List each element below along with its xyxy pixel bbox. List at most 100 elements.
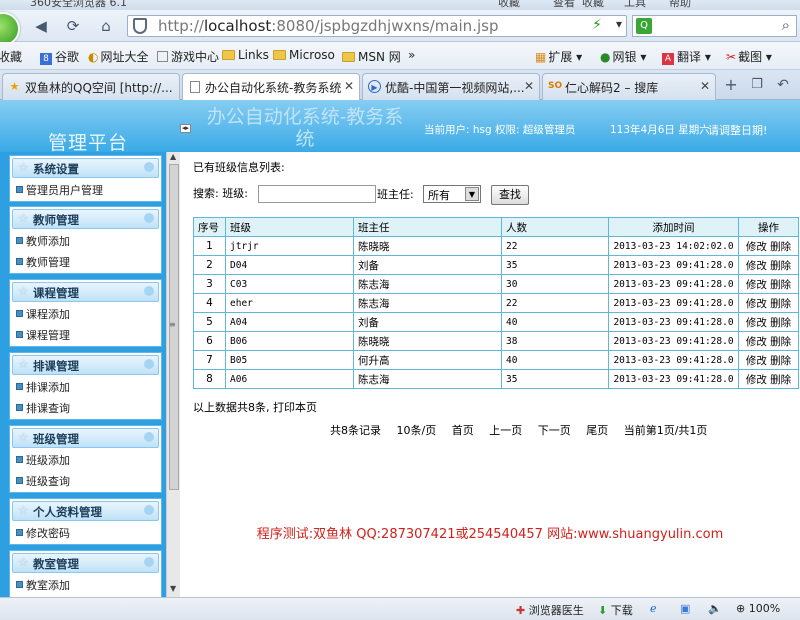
edit-link[interactable]: 修改	[746, 374, 767, 386]
class-name: jtrjr	[225, 236, 354, 256]
tab-soku[interactable]: SO 仁心解码2 – 搜库 ✕	[542, 73, 716, 100]
sidebar-item-schedule-add[interactable]: 排课添加	[10, 377, 161, 398]
menu-item[interactable]: 查看	[553, 0, 575, 10]
window-icon[interactable]: ▣	[680, 602, 690, 615]
bookmark-item[interactable]: 8 谷歌	[40, 48, 79, 65]
translate-button[interactable]: A 翻译 ▾	[662, 48, 711, 65]
next-page-link[interactable]: 下一页	[538, 424, 571, 437]
sidebar-item-admin-users[interactable]: 管理员用户管理	[10, 180, 161, 201]
edit-link[interactable]: 修改	[746, 336, 767, 348]
table-row: 3 C03 陈志海 30 2013-03-23 09:41:28.0 修改 删除	[193, 274, 799, 294]
sidebar-group-header[interactable]: ☆ 班级管理	[12, 428, 159, 448]
online-banking-button[interactable]: ● 网银 ▾	[600, 48, 646, 65]
sidebar-item-schedule-query[interactable]: 排课查询	[10, 398, 161, 419]
menu-item[interactable]: 帮助	[669, 0, 691, 10]
edit-link[interactable]: 修改	[746, 279, 767, 291]
screenshot-button[interactable]: ✂ 截图 ▾	[726, 48, 772, 65]
video-icon: ▶	[368, 80, 381, 93]
undo-close-icon[interactable]: ↶	[772, 75, 794, 95]
volume-icon[interactable]: 🔈	[708, 602, 722, 615]
browser-doctor-button[interactable]: ✚ 浏览器医生	[516, 602, 584, 618]
delete-link[interactable]: 删除	[770, 298, 791, 310]
sidebar-group-header[interactable]: ☆ 个人资料管理	[12, 501, 159, 521]
tab-office-system[interactable]: 办公自动化系统-教务系统 ✕	[182, 73, 360, 101]
menu-item[interactable]: 工具	[624, 0, 646, 10]
tab-qq-space[interactable]: ★ 双鱼林的QQ空间 [http://...	[2, 73, 180, 100]
last-page-link[interactable]: 尾页	[586, 424, 608, 437]
added-time: 2013-03-23 09:41:28.0	[608, 331, 739, 351]
bullet-icon	[16, 186, 23, 193]
sidebar-item-course-add[interactable]: 课程添加	[10, 304, 161, 325]
prev-page-link[interactable]: 上一页	[489, 424, 522, 437]
row-actions: 修改 删除	[738, 236, 799, 256]
url-text[interactable]: http://localhost:8080/jspbgzdhjwxns/main…	[158, 17, 498, 35]
delete-link[interactable]: 删除	[770, 336, 791, 348]
sidebar-group-header[interactable]: ☆ 课程管理	[12, 282, 159, 302]
sidebar-scrollbar[interactable]: ▲ ≡ ▼	[166, 152, 180, 597]
address-bar[interactable]: http://localhost:8080/jspbgzdhjwxns/main…	[127, 15, 627, 37]
chevron-down-icon[interactable]: ▾	[616, 17, 622, 31]
tab-youku[interactable]: ▶ 优酷-中国第一视频网站,... ✕	[362, 73, 540, 100]
delete-link[interactable]: 删除	[770, 355, 791, 367]
zoom-control[interactable]: ⊕ 100%	[736, 602, 780, 615]
close-icon[interactable]: ✕	[524, 79, 534, 93]
bookmark-item[interactable]: 游戏中心	[157, 48, 219, 65]
bookmark-folder[interactable]: MSN 网	[342, 48, 401, 65]
close-icon[interactable]: ✕	[700, 79, 710, 93]
sidebar-item-class-add[interactable]: 班级添加	[10, 450, 161, 471]
menu-item[interactable]: 收藏	[498, 0, 520, 10]
edit-link[interactable]: 修改	[746, 260, 767, 272]
browser-logo-icon[interactable]	[0, 12, 20, 46]
search-button[interactable]: 查找	[491, 185, 529, 205]
scroll-up-icon[interactable]: ▲	[170, 152, 176, 161]
delete-link[interactable]: 删除	[770, 317, 791, 329]
download-button[interactable]: ⬇ 下载	[598, 602, 633, 618]
ie-mode-icon[interactable]: ℯ	[650, 602, 657, 615]
sidebar-item-teacher-manage[interactable]: 教师管理	[10, 252, 161, 273]
google-icon: 8	[40, 53, 52, 65]
teacher-select[interactable]: 所有 ▼	[423, 185, 481, 203]
extensions-button[interactable]: ▦ 扩展 ▾	[535, 48, 582, 65]
edit-link[interactable]: 修改	[746, 355, 767, 367]
sidebar-item-class-query[interactable]: 班级查询	[10, 471, 161, 492]
edit-link[interactable]: 修改	[746, 317, 767, 329]
scroll-down-icon[interactable]: ▼	[170, 584, 176, 593]
pager: 共8条记录 10条/页 首页 上一页 下一页 尾页 当前第1页/共1页	[330, 422, 719, 438]
new-tab-icon[interactable]: +	[720, 75, 742, 95]
edit-link[interactable]: 修改	[746, 241, 767, 253]
delete-link[interactable]: 删除	[770, 374, 791, 386]
search-engine-icon[interactable]: Q	[636, 18, 652, 34]
menu-item[interactable]: 收藏	[582, 0, 604, 10]
search-input[interactable]: Q ⌕	[632, 15, 797, 37]
first-page-link[interactable]: 首页	[452, 424, 474, 437]
home-icon[interactable]: ⌂	[95, 16, 117, 36]
bookmark-favorites[interactable]: 收藏	[0, 48, 22, 65]
speed-mode-icon[interactable]: ⚡	[592, 17, 602, 33]
sidebar-item-classroom-add[interactable]: 教室添加	[10, 575, 161, 596]
chevron-down-icon[interactable]: ▼	[465, 187, 479, 201]
bookmarks-overflow[interactable]: »	[408, 48, 415, 62]
delete-link[interactable]: 删除	[770, 279, 791, 291]
search-icon[interactable]: ⌕	[782, 16, 790, 34]
sidebar-group-header[interactable]: ☆ 系统设置	[12, 158, 159, 178]
sidebar-item-change-password[interactable]: 修改密码	[10, 523, 161, 544]
bookmark-folder[interactable]: Microso	[273, 48, 335, 62]
sidebar-item-course-manage[interactable]: 课程管理	[10, 325, 161, 346]
record-count: 共8条记录	[330, 424, 381, 437]
bookmark-folder[interactable]: Links	[222, 48, 269, 62]
sidebar-group-header[interactable]: ☆ 教师管理	[12, 209, 159, 229]
delete-link[interactable]: 删除	[770, 260, 791, 272]
sidebar-item-teacher-add[interactable]: 教师添加	[10, 231, 161, 252]
sidebar-group-header[interactable]: ☆ 排课管理	[12, 355, 159, 375]
tab-label: 办公自动化系统-教务系统	[205, 81, 342, 95]
sidebar-group-header[interactable]: ☆ 教室管理	[12, 553, 159, 573]
tab-list-icon[interactable]: ❐	[746, 75, 768, 95]
close-icon[interactable]: ✕	[344, 79, 354, 93]
class-search-input[interactable]	[258, 185, 376, 203]
delete-link[interactable]: 删除	[770, 241, 791, 253]
bookmark-item[interactable]: ◐ 网址大全	[88, 48, 149, 65]
sidebar-toggle-icon[interactable]: ◂▸	[180, 124, 191, 133]
back-icon[interactable]: ◀	[30, 16, 52, 36]
refresh-icon[interactable]: ⟳	[62, 16, 84, 36]
edit-link[interactable]: 修改	[746, 298, 767, 310]
